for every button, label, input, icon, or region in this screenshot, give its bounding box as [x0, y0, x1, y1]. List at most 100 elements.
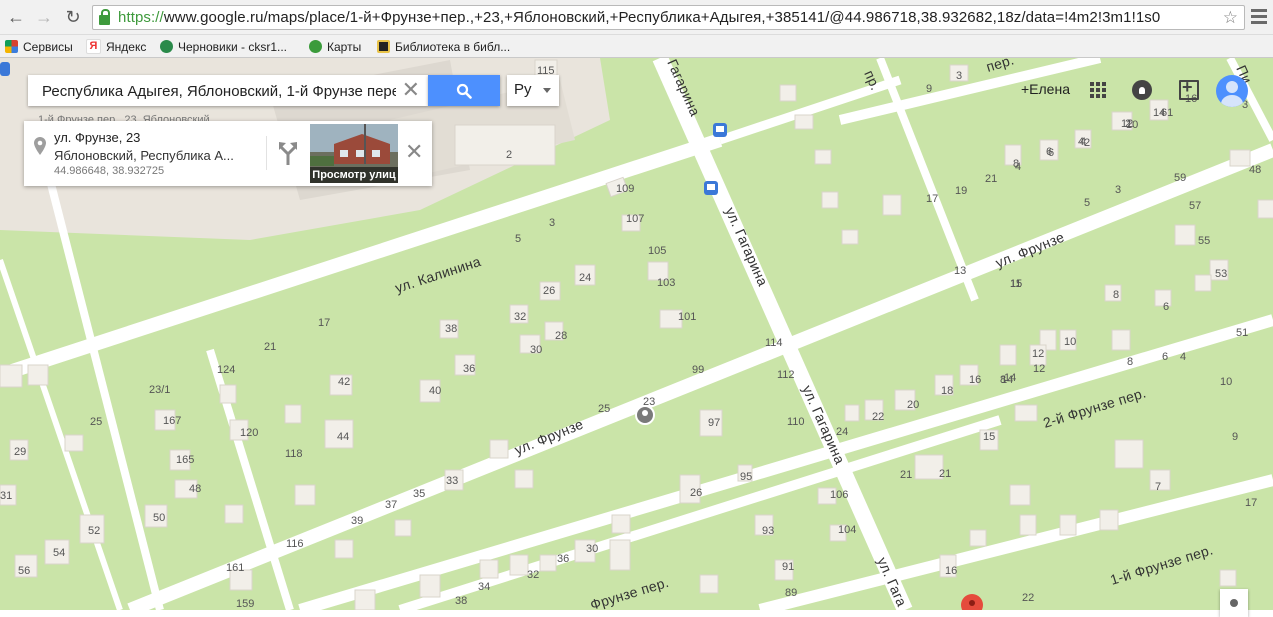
bookmark-maps[interactable]: Карты [309, 38, 361, 55]
place-coordinates: 44.986648, 38.932725 [54, 165, 165, 177]
search-box[interactable]: ✕ [28, 75, 428, 106]
directions-icon[interactable] [277, 141, 299, 165]
language-select[interactable]: Ру [507, 75, 559, 106]
house-number: 4 [1180, 351, 1186, 363]
house-number: 26 [543, 285, 555, 297]
house-number: 40 [429, 385, 441, 397]
house-number: 12 [1032, 348, 1044, 360]
place-address-line1[interactable]: ул. Фрунзе, 23 [54, 130, 140, 145]
back-button[interactable]: ← [6, 7, 26, 27]
house-number: 54 [53, 547, 65, 559]
bookmark-drafts[interactable]: Черновики - cksr1... [160, 38, 287, 55]
house-number: 33 [446, 475, 458, 487]
url-protocol: https:// [118, 9, 164, 26]
my-location-button[interactable] [1220, 589, 1248, 617]
house-number: 48 [1249, 164, 1261, 176]
house-number: 3 [1115, 184, 1121, 196]
street-label: Фрунзе пер. [588, 574, 670, 610]
house-number: 105 [648, 245, 666, 257]
user-name-link[interactable]: +Елена [1021, 81, 1070, 97]
house-number: 61 [1161, 107, 1173, 119]
house-number: 167 [163, 415, 181, 427]
reload-button[interactable]: ↻ [63, 7, 83, 27]
bookmark-label: Сервисы [23, 39, 73, 54]
house-number: 161 [226, 562, 244, 574]
avatar[interactable] [1216, 75, 1248, 107]
house-number: 10 [1064, 336, 1076, 348]
house-number: 19 [955, 185, 967, 197]
divider [266, 136, 267, 170]
house-number: 16 [945, 565, 957, 577]
reload-icon: ↻ [65, 7, 81, 27]
location-pin-icon [34, 137, 46, 155]
bus-stop-icon [0, 62, 10, 76]
house-number: 165 [176, 454, 194, 466]
house-number: 95 [740, 471, 752, 483]
street-label: ул. Гагарина [722, 205, 771, 289]
forward-arrow-icon: → [35, 7, 53, 27]
house-number: 18 [941, 385, 953, 397]
house-number: 106 [830, 489, 848, 501]
search-icon [456, 83, 472, 99]
place-card: ул. Фрунзе, 23 Яблоновский, Республика А… [24, 121, 432, 186]
street-label: 2-й Фрунзе пер. [1041, 384, 1148, 430]
notifications-bell-icon[interactable] [1132, 80, 1152, 100]
forward-button[interactable]: → [34, 7, 54, 27]
house-number: 24 [579, 272, 591, 284]
house-number: 110 [787, 416, 805, 428]
search-button[interactable] [428, 75, 500, 106]
house-number: 120 [240, 427, 258, 439]
house-number: 17 [318, 317, 330, 329]
house-number: 30 [530, 344, 542, 356]
bookmark-label: Черновики - cksr1... [178, 39, 288, 54]
bookmark-yandex[interactable]: Я Яндекс [86, 38, 146, 55]
house-number: 34 [478, 581, 490, 593]
house-number: 15 [983, 431, 995, 443]
house-number: 159 [236, 598, 254, 610]
street-view-thumbnail[interactable]: Просмотр улиц [310, 124, 398, 183]
house-number: 22 [872, 411, 884, 423]
house-number: 5 [1084, 197, 1090, 209]
search-input[interactable] [42, 81, 396, 101]
apps-icon [5, 40, 18, 53]
back-arrow-icon: ← [7, 7, 25, 27]
house-number: 25 [90, 416, 102, 428]
share-plus-icon[interactable] [1179, 77, 1199, 100]
street-label: 1-й Фрунзе пер. [1108, 541, 1215, 587]
house-number: 38 [445, 323, 457, 335]
maps-icon [309, 40, 322, 53]
browser-menu-button[interactable] [1249, 6, 1269, 28]
house-number: 114 [765, 337, 783, 349]
house-number: 103 [657, 277, 675, 289]
house-number: 44 [337, 431, 349, 443]
house-number: 4 [1015, 161, 1021, 173]
bookmark-library[interactable]: Библиотека в библ... [377, 38, 510, 55]
house-number: 17 [926, 193, 938, 205]
address-bar[interactable]: https://www.google.ru/maps/place/1-й+Фру… [92, 5, 1245, 30]
house-number: 29 [14, 446, 26, 458]
house-number: 91 [782, 561, 794, 573]
bookmark-star-icon[interactable]: ☆ [1218, 8, 1238, 28]
house-number: 6 [1162, 351, 1168, 363]
bookmark-label: Яндекс [106, 39, 147, 54]
close-card-icon[interactable]: ✕ [405, 141, 423, 163]
yandex-icon: Я [86, 39, 101, 54]
house-number: 32 [514, 311, 526, 323]
bookmark-apps[interactable]: Сервисы [5, 38, 73, 55]
house-number: 50 [153, 512, 165, 524]
house-number: 16 [969, 374, 981, 386]
bookmarks-bar: Сервисы Я Яндекс Черновики - cksr1... Ка… [0, 35, 1273, 58]
house-number: 7 [1155, 481, 1161, 493]
bus-stop-icon [713, 123, 727, 137]
bus-stop-icon [704, 181, 718, 195]
house-number: 112 [777, 369, 795, 381]
house-number: 21 [900, 469, 912, 481]
url-path: www.google.ru/maps/place/1-й+Фрунзе+пер.… [163, 9, 1161, 26]
house-number: 30 [586, 543, 598, 555]
clear-search-icon[interactable]: ✕ [402, 78, 420, 102]
apps-grid-icon[interactable] [1090, 82, 1106, 98]
chevron-down-icon [543, 88, 551, 93]
house-number: 28 [555, 330, 567, 342]
house-number: 5 [515, 233, 521, 245]
house-number: 14 [1001, 374, 1013, 386]
